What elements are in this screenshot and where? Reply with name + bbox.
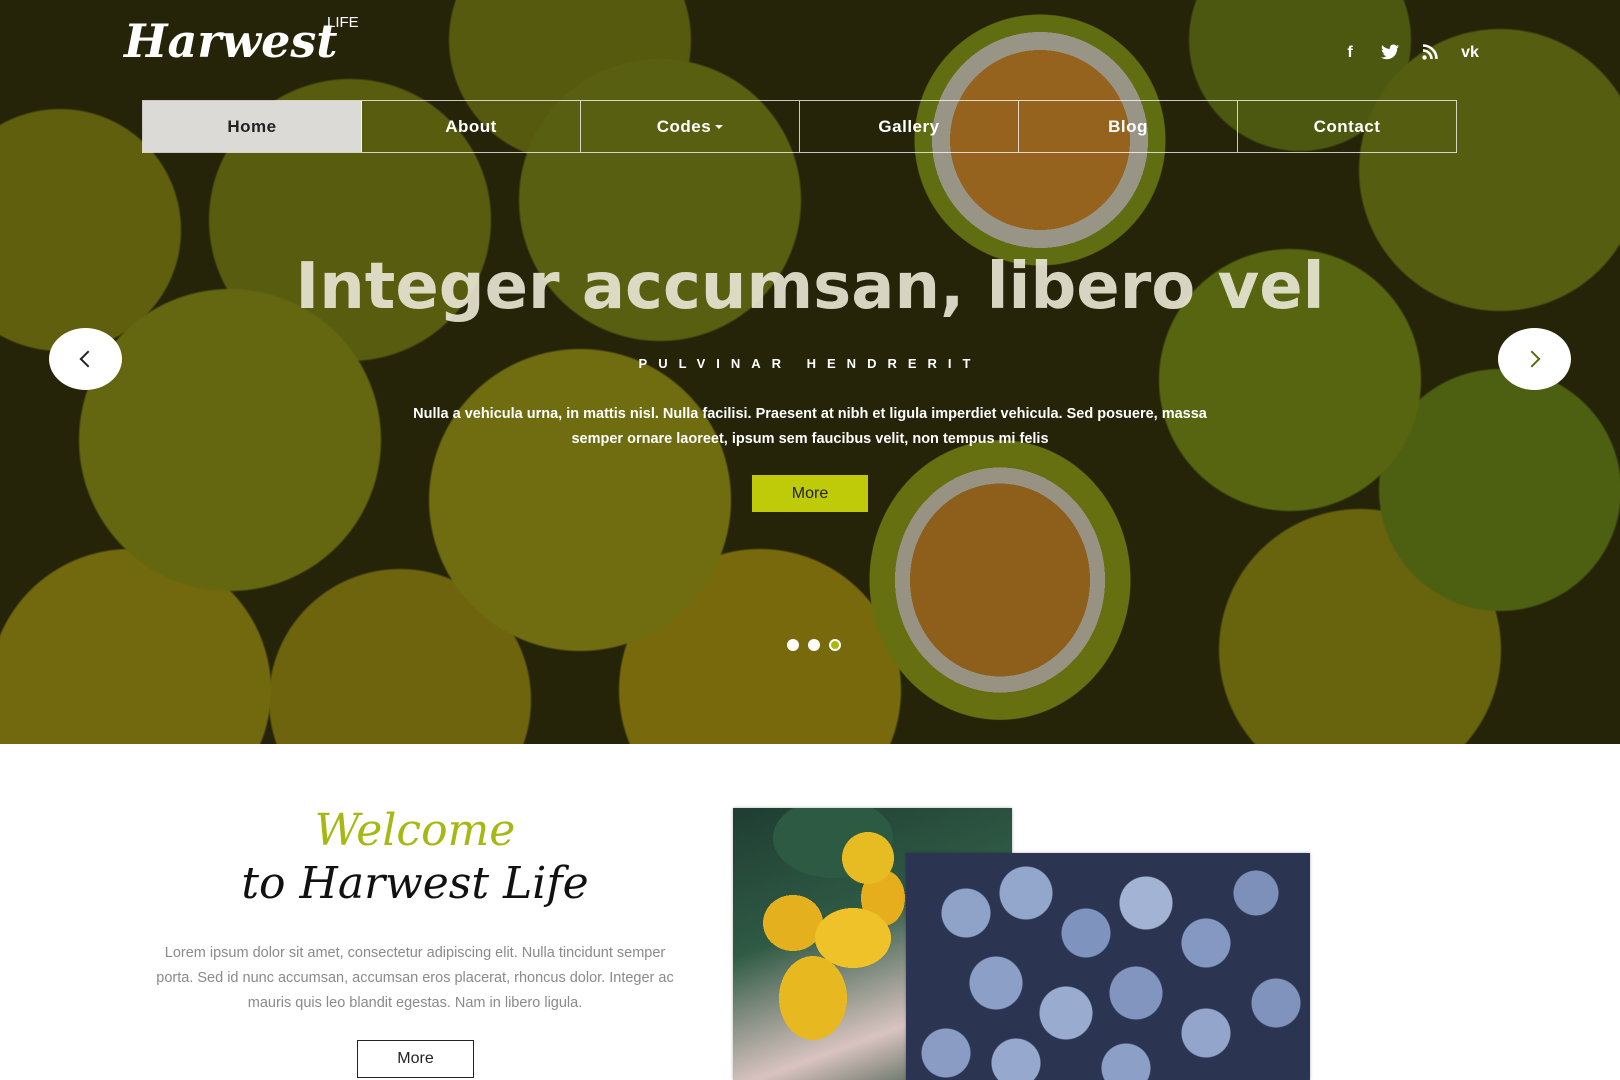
welcome-heading: Welcome xyxy=(314,805,516,856)
slider-dots xyxy=(787,639,841,651)
nav-blog[interactable]: Blog xyxy=(1019,101,1238,152)
social-links: f vk xyxy=(1340,44,1480,65)
hero-subtitle: PULVINAR HENDRERIT xyxy=(638,356,982,371)
hero-slider: Harwest LIFE f vk Home About Codes Galle… xyxy=(0,0,1620,744)
vk-icon[interactable]: vk xyxy=(1460,44,1480,65)
nav-contact[interactable]: Contact xyxy=(1238,101,1456,152)
nav-gallery[interactable]: Gallery xyxy=(800,101,1019,152)
rss-icon[interactable] xyxy=(1420,44,1440,65)
main-nav: Home About Codes Gallery Blog Contact xyxy=(142,100,1457,153)
logo[interactable]: Harwest xyxy=(124,14,338,68)
welcome-subheading: to Harwest Life xyxy=(241,858,589,909)
chevron-left-icon xyxy=(79,350,97,368)
slider-dot-2[interactable] xyxy=(808,639,820,651)
slider-dot-1[interactable] xyxy=(787,639,799,651)
slider-prev-button[interactable] xyxy=(49,328,122,390)
hero-text: Nulla a vehicula urna, in mattis nisl. N… xyxy=(413,406,1207,447)
slider-dot-3[interactable] xyxy=(829,639,841,651)
nav-codes[interactable]: Codes xyxy=(581,101,800,152)
nav-home[interactable]: Home xyxy=(143,101,362,152)
hero-more-button[interactable]: More xyxy=(752,475,868,512)
blueberries-image xyxy=(906,853,1310,1080)
slider-next-button[interactable] xyxy=(1498,328,1571,390)
twitter-icon[interactable] xyxy=(1380,44,1400,65)
logo-subtitle: LIFE xyxy=(327,14,359,31)
caret-down-icon xyxy=(715,124,724,129)
facebook-icon[interactable]: f xyxy=(1340,44,1360,65)
welcome-text: Lorem ipsum dolor sit amet, consectetur … xyxy=(156,945,674,1011)
hero-title: Integer accumsan, libero vel xyxy=(295,250,1325,324)
nav-about[interactable]: About xyxy=(362,101,581,152)
chevron-right-icon xyxy=(1523,350,1541,368)
welcome-more-button[interactable]: More xyxy=(357,1040,474,1078)
